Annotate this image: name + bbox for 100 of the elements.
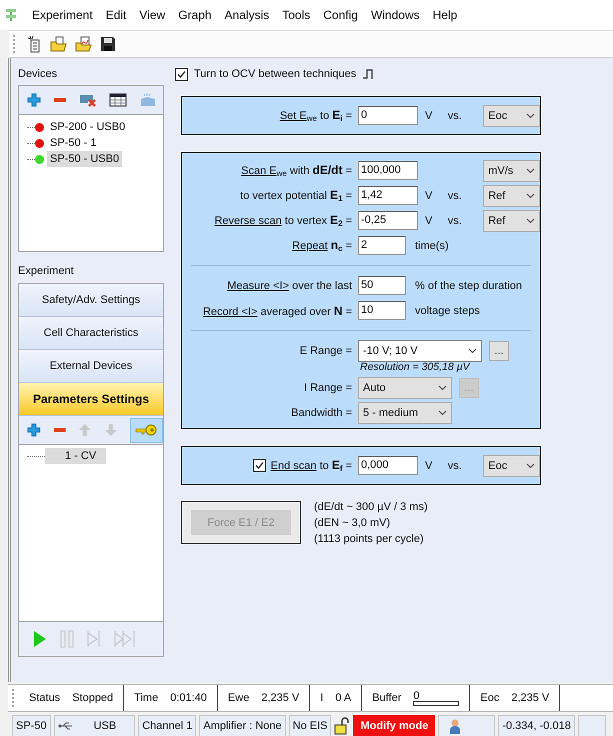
plus-icon[interactable] <box>27 93 41 107</box>
chevron-down-icon <box>526 462 535 468</box>
reference-dropdown[interactable]: Eoc <box>483 104 540 126</box>
folder-graph-icon[interactable] <box>75 35 93 53</box>
checkbox-label: Turn to OCV between techniques <box>194 68 356 80</box>
status-label: Eoc <box>480 692 500 704</box>
technique-item[interactable]: 1 - CV <box>45 448 106 464</box>
unit-label: % of the step duration <box>415 280 522 292</box>
menu-item[interactable]: Windows <box>370 8 420 22</box>
input-field[interactable]: 0 <box>358 106 418 125</box>
unit-label: V <box>424 110 434 122</box>
vs-label: vs. <box>448 214 462 226</box>
link[interactable]: Measure <I> <box>227 280 290 292</box>
checkbox[interactable] <box>175 68 188 80</box>
tab-button[interactable]: External Devices <box>19 350 163 383</box>
reference-dropdown[interactable]: Eoc <box>483 454 540 476</box>
input-field[interactable]: 2 <box>358 236 406 255</box>
info-text: (dEN ~ 3,0 mV) <box>314 516 392 531</box>
range-dropdown[interactable]: -10 V; 10 V <box>358 340 482 362</box>
field-label: Set E$_{we}$ to E$_{i}$ = <box>278 108 352 123</box>
field-label: I Range = <box>302 382 352 394</box>
app-icon <box>5 8 17 22</box>
input-field[interactable]: 1,42 <box>358 186 418 205</box>
resolution-note: Resolution = 305,18 µV <box>360 361 472 375</box>
range-dropdown[interactable]: 5 - medium <box>358 402 452 424</box>
chevron-down-icon <box>526 168 535 174</box>
tab-button[interactable]: Cell Characteristics <box>19 317 163 350</box>
field-label: Measure <I> over the last <box>226 280 352 292</box>
chevron-down-icon <box>438 384 447 390</box>
reference-dropdown[interactable]: Ref <box>483 210 540 232</box>
vs-label: vs. <box>446 460 463 472</box>
key-button[interactable] <box>130 418 164 442</box>
menu-item[interactable]: Graph <box>178 8 212 22</box>
menu-item[interactable]: Tools <box>282 8 310 22</box>
link[interactable]: Record <I> <box>202 306 258 318</box>
link[interactable]: Set E$_{we}$ <box>280 110 317 122</box>
status-label: Ewe <box>228 692 250 704</box>
field-label: Repeat n$_{c}$ = <box>291 238 352 253</box>
input-field[interactable]: 50 <box>358 276 406 295</box>
unlocked-padlock-icon <box>334 717 350 735</box>
device-item[interactable]: SP-50 - USB0 <box>47 151 122 167</box>
status-value: 2,235 V <box>511 692 550 704</box>
remove-device-icon[interactable] <box>79 92 97 108</box>
input-field[interactable]: -0,25 <box>358 211 418 230</box>
status-value: 0 A <box>335 692 352 704</box>
mode-indicator: Modify mode <box>353 715 436 736</box>
link[interactable]: Reverse scan <box>214 215 282 227</box>
key-icon <box>135 424 158 436</box>
menu-item[interactable]: Edit <box>106 8 126 22</box>
status-value: 0 <box>413 690 420 702</box>
vs-label: vs. <box>448 190 462 202</box>
status-field: -0.334, -0.018 <box>498 715 575 736</box>
field-label: Bandwidth = <box>290 406 352 418</box>
menu-item[interactable]: View <box>139 8 166 22</box>
status-label: Buffer <box>372 692 402 704</box>
input-field[interactable]: 0,000 <box>358 456 418 475</box>
chevron-down-icon <box>526 112 535 118</box>
info-text: (dE/dt ~ 300 µV / 3 ms) <box>314 500 428 515</box>
vs-label: vs. <box>446 110 463 122</box>
table-icon[interactable] <box>109 93 127 107</box>
usb-icon <box>58 722 74 730</box>
chevron-down-icon <box>438 410 447 416</box>
more-button[interactable]: ... <box>489 340 509 360</box>
field-label: to vertex potential E$_{1}$ = <box>239 188 352 203</box>
link[interactable]: Scan E$_{we}$ <box>241 165 287 177</box>
chevron-down-icon <box>526 218 535 224</box>
reference-dropdown[interactable]: Ref <box>483 184 540 206</box>
unit-dropdown[interactable]: mV/s <box>483 160 540 182</box>
status-field: Amplifier : None <box>199 715 286 736</box>
menu-item[interactable]: Experiment <box>32 8 93 22</box>
field-label: Record <I> averaged over N = <box>202 304 352 318</box>
save-icon[interactable] <box>100 36 116 52</box>
chevron-down-icon <box>468 348 477 354</box>
link[interactable]: Repeat <box>292 240 328 252</box>
menu-item[interactable]: Help <box>432 8 458 22</box>
unit-label: V <box>425 190 432 202</box>
user-icon <box>449 718 462 734</box>
menu-item[interactable]: Analysis <box>224 8 270 22</box>
device-item[interactable]: SP-50 - 1 <box>47 135 100 151</box>
input-field[interactable]: 10 <box>358 301 406 320</box>
status-label: I <box>320 692 324 704</box>
field-label: Reverse scan to vertex E$_{2}$ = <box>213 213 352 228</box>
unit-label: V <box>425 214 432 226</box>
unit-label: V <box>424 460 434 472</box>
link[interactable]: End scan <box>270 460 317 472</box>
section-label: Experiment <box>18 264 75 278</box>
status-field: USB <box>54 715 136 736</box>
tab-button[interactable]: Parameters Settings <box>19 383 163 416</box>
checkbox[interactable] <box>252 459 266 472</box>
status-label: Time <box>134 692 158 704</box>
range-dropdown[interactable]: Auto <box>358 376 452 398</box>
info-text: (1113 points per cycle) <box>314 532 425 547</box>
plus-icon[interactable] <box>27 423 41 437</box>
device-item[interactable]: SP-200 - USB0 <box>47 119 128 135</box>
folder-document-icon[interactable] <box>50 35 68 53</box>
field-label: E Range = <box>298 344 352 356</box>
status-value: 2,235 V <box>261 692 300 704</box>
input-field[interactable]: 100,000 <box>358 161 418 180</box>
menu-item[interactable]: Config <box>323 8 358 22</box>
tab-button[interactable]: Safety/Adv. Settings <box>19 284 163 317</box>
